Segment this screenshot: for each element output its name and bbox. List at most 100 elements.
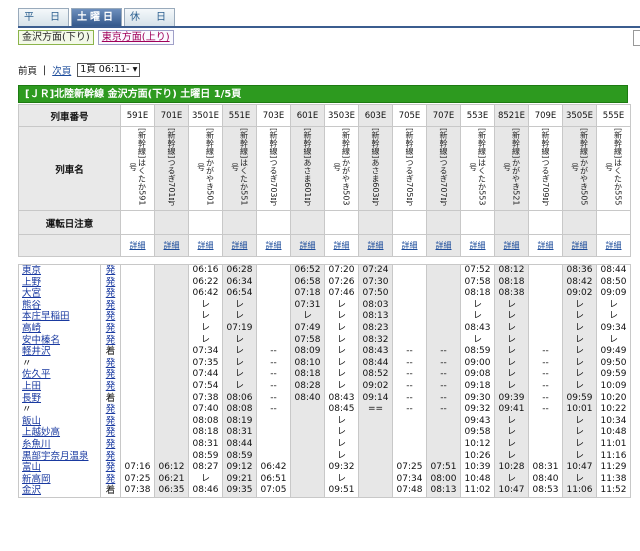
station-name[interactable]: 長野 xyxy=(22,393,100,405)
detail-link[interactable]: 詳細 xyxy=(504,241,520,250)
arrive-depart-mark[interactable]: 発 xyxy=(102,381,120,393)
train-number-row: 列車番号 591E 701E 3501E 551E 703E 601E 3503E 603E 7… xyxy=(18,104,631,127)
arrive-depart-mark[interactable]: 発 xyxy=(102,462,120,474)
time-cell: 06:12 xyxy=(158,462,185,473)
detail-link[interactable]: 詳細 xyxy=(606,241,622,250)
time-cell: 07:05 xyxy=(260,485,287,496)
arrive-depart-mark[interactable]: 発 xyxy=(102,358,120,370)
arrive-depart-mark[interactable]: 発 xyxy=(102,451,120,463)
detail-link[interactable]: 詳細 xyxy=(470,241,486,250)
arrive-depart-mark[interactable]: 発 xyxy=(102,369,120,381)
detail-link[interactable]: 詳細 xyxy=(266,241,282,250)
station-name[interactable]: 金沢 xyxy=(22,485,100,496)
station-name[interactable]: 黒部宇奈月温泉 xyxy=(22,451,100,463)
arrive-depart-mark[interactable]: 発 xyxy=(102,323,120,335)
train-name-cell: [新幹線]あさま603号 xyxy=(358,126,393,211)
station-name[interactable]: 熊谷 xyxy=(22,300,100,312)
station-name[interactable]: 本庄早稲田 xyxy=(22,311,100,323)
detail-link[interactable]: 詳細 xyxy=(130,241,146,250)
station-name[interactable]: 軽井沢 xyxy=(22,346,100,358)
detail-link[interactable]: 詳細 xyxy=(198,241,214,250)
arrive-depart-mark[interactable]: 発 xyxy=(102,404,120,416)
time-cell: -- xyxy=(406,357,413,368)
time-cell: -- xyxy=(542,357,549,368)
time-cell: 11:06 xyxy=(566,485,593,496)
arrive-depart-mark[interactable]: 発 xyxy=(102,265,120,276)
station-name[interactable]: 大宮 xyxy=(22,288,100,300)
tab-holiday[interactable]: 休 日 xyxy=(124,8,175,26)
time-cell: レ xyxy=(200,473,210,484)
detail-link[interactable]: 詳細 xyxy=(300,241,316,250)
time-cell: 08:28 xyxy=(294,380,321,391)
detail-link[interactable]: 詳細 xyxy=(334,241,350,250)
time-cell: 06:28 xyxy=(226,265,253,275)
operation-note-cell xyxy=(358,210,393,235)
detail-link[interactable]: 詳細 xyxy=(436,241,452,250)
arrive-depart-mark[interactable]: 発 xyxy=(102,311,120,323)
station-name[interactable]: 上田 xyxy=(22,381,100,393)
time-cell: レ xyxy=(506,311,516,322)
time-cell: 07:26 xyxy=(328,276,355,287)
next-page-link[interactable]: 次頁 xyxy=(52,63,71,77)
detail-link[interactable]: 詳細 xyxy=(402,241,418,250)
station-name[interactable]: 佐久平 xyxy=(22,369,100,381)
arrive-depart-mark[interactable]: 発 xyxy=(102,288,120,300)
operation-note-cell xyxy=(188,210,223,235)
time-cell: 10:01 xyxy=(566,404,593,415)
time-cell: 08:36 xyxy=(566,265,593,275)
spacer-cell xyxy=(529,257,563,265)
train-name-cell: [新幹線]つるぎ705号 xyxy=(392,126,427,211)
prev-page-label: 前頁 xyxy=(18,66,38,77)
time-cell: レ xyxy=(506,450,516,461)
station-name[interactable]: 糸魚川 xyxy=(22,439,100,451)
time-cell: レ xyxy=(574,438,584,449)
train-number-cell: 601E xyxy=(290,104,325,127)
time-cell: レ xyxy=(506,299,516,310)
tab-weekday[interactable]: 平 日 xyxy=(18,8,69,26)
time-cell: 07:34 xyxy=(396,473,423,484)
time-cell: 08:43 xyxy=(464,322,491,333)
arrive-depart-mark[interactable]: 発 xyxy=(102,439,120,451)
train-name-row: 列車名 [新幹線]はくたか591号 [新幹線]つるぎ701号 [新幹線]かがやき50… xyxy=(18,126,631,211)
station-name[interactable]: 新高岡 xyxy=(22,474,100,486)
time-cell: 08:45 xyxy=(328,404,355,415)
detail-link[interactable]: 詳細 xyxy=(368,241,384,250)
station-name[interactable]: 飯山 xyxy=(22,416,100,428)
time-cell: -- xyxy=(542,404,549,415)
station-name[interactable]: 上野 xyxy=(22,277,100,289)
direction-tokyo-link[interactable]: 東京方面(上り) xyxy=(97,30,174,45)
time-cell: 08:40 xyxy=(532,473,559,484)
time-cell: 08:38 xyxy=(498,288,525,299)
time-cell: 07:51 xyxy=(430,462,457,473)
tab-saturday[interactable]: 土曜日 xyxy=(71,8,122,26)
time-cell: 07:58 xyxy=(294,334,321,345)
station-name[interactable]: 高崎 xyxy=(22,323,100,335)
detail-link[interactable]: 詳細 xyxy=(572,241,588,250)
arrive-depart-mark[interactable]: 発 xyxy=(102,300,120,312)
time-cell xyxy=(530,439,562,451)
detail-cell: 詳細 xyxy=(120,234,155,257)
time-cell: 10:22 xyxy=(600,404,627,415)
page-select[interactable]: 1頁 06:11- ▾ xyxy=(77,63,141,77)
train-name: [新幹線]あさま601号 xyxy=(303,128,312,206)
station-name[interactable]: 東京 xyxy=(22,265,100,276)
arrive-depart-mark[interactable]: 発 xyxy=(102,416,120,428)
time-cell: レ xyxy=(608,299,618,310)
time-cell: レ xyxy=(574,322,584,333)
time-cell: 08:08 xyxy=(192,415,219,426)
arrive-depart-mark[interactable]: 発 xyxy=(102,474,120,486)
time-cell xyxy=(360,474,392,486)
time-cell: レ xyxy=(472,311,482,322)
detail-link[interactable]: 詳細 xyxy=(232,241,248,250)
direction-kanazawa-button[interactable]: 金沢方面(下り) xyxy=(18,30,94,45)
arrive-depart-mark[interactable]: 発 xyxy=(102,335,120,347)
detail-link[interactable]: 詳細 xyxy=(538,241,554,250)
time-cell xyxy=(156,393,188,405)
station-name[interactable]: 安中榛名 xyxy=(22,335,100,347)
detail-link[interactable]: 詳細 xyxy=(164,241,180,250)
arrive-depart-mark[interactable]: 発 xyxy=(102,277,120,289)
station-name[interactable]: 上越妙高 xyxy=(22,427,100,439)
station-name[interactable]: 富山 xyxy=(22,462,100,474)
arrive-depart-mark[interactable]: 発 xyxy=(102,427,120,439)
time-cell xyxy=(428,311,460,323)
